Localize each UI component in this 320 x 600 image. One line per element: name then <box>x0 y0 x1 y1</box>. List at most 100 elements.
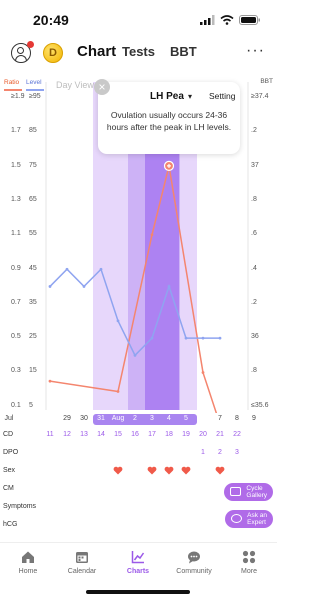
level-point <box>82 285 86 288</box>
date-row: Jul 29 30 31 Aug 2 3 4 5 6 7 8 9 <box>0 413 277 427</box>
nav-more-label: More <box>241 568 257 575</box>
ratio-tick-label: ≥1.9 <box>11 93 25 100</box>
home-icon <box>22 551 34 563</box>
date-label[interactable]: 8 <box>229 415 245 422</box>
level-tick-label: 55 <box>29 230 37 238</box>
setting-link[interactable]: Setting <box>209 91 235 101</box>
tab-bbt[interactable]: BBT <box>170 44 197 59</box>
more-options-button[interactable]: ··· <box>246 42 265 60</box>
ratio-legend-label: Ratio <box>4 79 20 86</box>
level-point <box>167 285 171 288</box>
date-label[interactable]: 7 <box>212 415 228 422</box>
calendar-icon <box>76 552 88 563</box>
cd-row: CD 11 12 13 14 15 16 17 18 19 20 21 22 <box>0 427 277 443</box>
cd-value: 12 <box>63 431 71 438</box>
date-label[interactable]: 9 <box>246 415 262 422</box>
profile-avatar-button[interactable] <box>11 41 34 63</box>
date-label[interactable]: 4 <box>161 415 177 422</box>
status-bar: 20:49 <box>0 0 277 38</box>
level-tick-label: 45 <box>29 264 37 272</box>
date-label[interactable]: 5 <box>178 415 194 422</box>
avatar-head-shape <box>17 47 24 54</box>
ask-expert-line2: Expert <box>247 519 266 526</box>
gallery-icon <box>230 487 242 496</box>
cd-value: 11 <box>46 431 54 438</box>
cd-value: 14 <box>97 431 105 438</box>
heart-icon[interactable] <box>181 466 191 475</box>
ratio-legend-swatch <box>4 89 22 91</box>
hcg-label: hCG <box>3 521 18 528</box>
heart-icon[interactable] <box>215 466 225 475</box>
avatar-body-shape <box>14 55 27 61</box>
wifi-icon <box>220 15 234 25</box>
date-label[interactable]: 29 <box>59 415 75 422</box>
level-point <box>99 267 103 271</box>
ratio-tick-label: 1.7 <box>11 127 21 135</box>
dpo-value: 2 <box>218 449 222 456</box>
tab-chart[interactable]: Chart <box>77 43 116 60</box>
nav-calendar[interactable]: Calendar <box>57 550 107 575</box>
date-label[interactable]: 3 <box>144 415 160 422</box>
status-time: 20:49 <box>33 12 69 28</box>
level-tick-label: 25 <box>29 333 37 341</box>
charts-icon <box>131 551 145 564</box>
nav-community[interactable]: Community <box>169 550 219 575</box>
ratio-point <box>116 390 120 393</box>
cd-value: 20 <box>199 431 207 438</box>
ratio-tick-label: 1.1 <box>11 230 21 238</box>
ratio-point <box>150 233 154 237</box>
bbt-axis-label: BBT <box>260 78 273 85</box>
level-tick-label: 15 <box>29 367 37 375</box>
sex-row[interactable]: Sex <box>0 463 277 479</box>
cm-label: CM <box>3 485 14 492</box>
level-point <box>201 336 205 340</box>
lh-peak-tooltip[interactable]: × LH Pea ▾ Setting Ovulation usually occ… <box>94 79 240 154</box>
bbt-tick-label: .8 <box>251 195 257 203</box>
level-point <box>133 353 137 357</box>
bbt-tick-label: .4 <box>251 264 257 272</box>
level-legend-swatch <box>26 89 44 91</box>
cd-value: 18 <box>165 431 173 438</box>
sex-label: Sex <box>3 467 16 474</box>
coin-icon[interactable]: D <box>43 43 63 63</box>
date-label[interactable]: 2 <box>127 415 143 422</box>
community-icon <box>188 551 200 564</box>
date-label[interactable]: 30 <box>76 415 92 422</box>
more-grid-icon <box>242 550 256 564</box>
cycle-gallery-line2: Gallery <box>246 492 267 499</box>
date-label[interactable]: Aug <box>110 415 126 422</box>
level-point <box>48 285 52 288</box>
notification-dot <box>27 41 34 48</box>
ratio-tick-label: 0.3 <box>11 367 21 375</box>
level-tick-label: ≥95 <box>29 93 41 100</box>
chat-bubble-icon <box>231 514 243 523</box>
tab-tests[interactable]: Tests <box>122 44 155 59</box>
nav-more[interactable]: More <box>224 550 274 575</box>
cycle-gallery-line1: Cycle <box>246 485 263 492</box>
close-icon[interactable]: × <box>94 79 110 95</box>
ratio-tick-label: 0.7 <box>11 298 21 306</box>
heart-icon[interactable] <box>147 466 157 475</box>
cycle-gallery-button[interactable]: Cycle Gallery <box>224 483 273 501</box>
ask-expert-button[interactable]: Ask an Expert <box>225 510 273 528</box>
ratio-tick-label: 0.5 <box>11 333 21 341</box>
ratio-tick-label: 0.9 <box>11 264 21 272</box>
dpo-row: DPO 1 2 3 <box>0 445 277 461</box>
bbt-tick-label: .8 <box>251 367 257 375</box>
home-indicator <box>86 590 190 594</box>
heart-icon[interactable] <box>113 466 123 475</box>
date-label[interactable]: 6 <box>195 415 211 422</box>
day-view-toggle[interactable]: Day View <box>56 80 94 90</box>
date-label[interactable]: 31 <box>93 415 109 422</box>
chevron-down-icon[interactable]: ▾ <box>188 92 192 101</box>
heart-icon[interactable] <box>164 466 174 475</box>
nav-home[interactable]: Home <box>3 550 53 575</box>
cd-value: 16 <box>131 431 139 438</box>
ask-expert-line1: Ask an <box>247 512 267 519</box>
nav-charts-label: Charts <box>126 568 150 575</box>
status-icons <box>200 15 261 25</box>
ratio-tick-label: 0.1 <box>11 401 21 409</box>
signal-icon <box>200 15 215 25</box>
level-point <box>150 336 154 340</box>
nav-charts[interactable]: Charts <box>113 550 163 575</box>
